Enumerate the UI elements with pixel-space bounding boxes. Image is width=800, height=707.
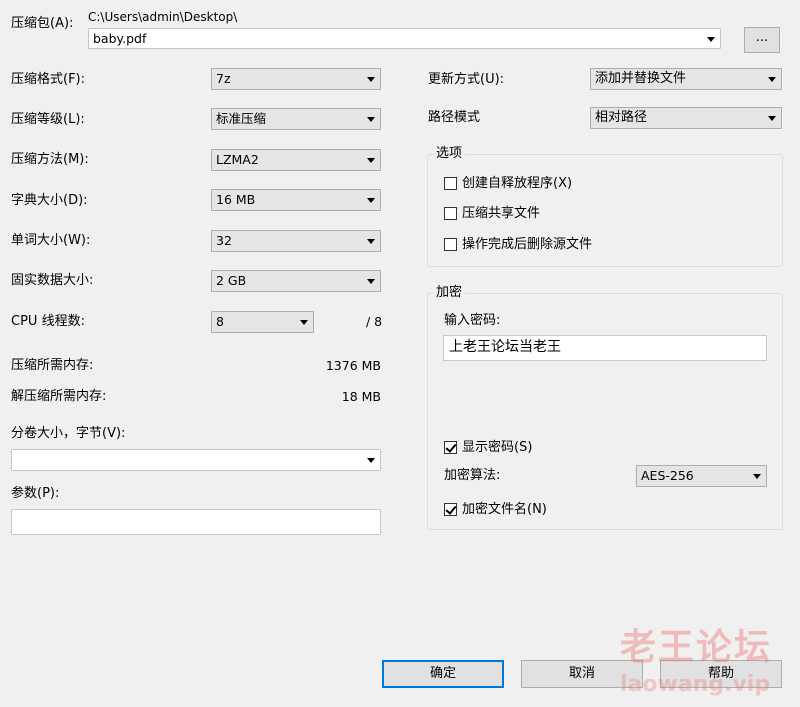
chevron-down-icon [367,279,375,284]
archive-path: C:\Users\admin\Desktop\ [88,10,238,24]
chevron-down-icon [367,77,375,82]
dict-select[interactable]: 16 MB [211,189,381,211]
volume-label: 分卷大小，字节(V): [11,426,126,441]
encrypt-names-label[interactable]: 加密文件名(N) [462,502,547,518]
show-password-checkbox[interactable] [444,441,457,454]
params-input[interactable] [11,509,381,535]
method-label: 压缩方法(M): [11,152,89,167]
archive-filename-combo[interactable]: baby.pdf [88,28,721,49]
shared-checkbox[interactable] [444,207,457,220]
mem-compress-value: 1376 MB [325,358,381,373]
password-input[interactable]: 上老王论坛当老王 [443,335,767,361]
volume-combo[interactable] [11,449,381,471]
pathmode-label: 路径模式 [428,110,481,125]
solid-label: 固实数据大小: [11,273,94,288]
archive-label: 压缩包(A): [11,16,74,31]
word-label: 单词大小(W): [11,233,91,248]
chevron-down-icon [768,77,776,82]
pathmode-select[interactable]: 相对路径 [590,107,782,129]
browse-button[interactable]: ... [744,27,780,53]
archive-filename: baby.pdf [93,31,147,46]
sfx-label[interactable]: 创建自释放程序(X) [462,176,572,192]
chevron-down-icon [367,239,375,244]
chevron-down-icon [300,320,308,325]
ok-button[interactable]: 确定 [382,660,504,688]
method-value: LZMA2 [216,152,259,167]
delete-source-label[interactable]: 操作完成后删除源文件 [462,237,592,253]
cpu-value: 8 [216,314,224,329]
format-label: 压缩格式(F): [11,72,86,87]
delete-source-checkbox[interactable] [444,238,457,251]
method-select[interactable]: LZMA2 [211,149,381,171]
pathmode-value: 相对路径 [595,110,648,125]
watermark-url: laowang.vip [620,672,771,697]
word-select[interactable]: 32 [211,230,381,252]
format-select[interactable]: 7z [211,68,381,90]
mem-compress-label: 压缩所需内存: [11,358,94,373]
level-select[interactable]: 标准压缩 [211,108,381,130]
chevron-down-icon [367,158,375,163]
algo-select[interactable]: AES-256 [636,465,767,487]
chevron-down-icon [367,198,375,203]
encrypt-names-checkbox[interactable] [444,503,457,516]
word-value: 32 [216,233,232,248]
cpu-max: / 8 [366,314,383,329]
update-value: 添加并替换文件 [595,71,687,86]
chevron-down-icon[interactable] [367,458,375,463]
sfx-checkbox[interactable] [444,177,457,190]
chevron-down-icon [753,474,761,479]
cpu-select[interactable]: 8 [211,311,314,333]
update-label: 更新方式(U): [428,72,505,87]
solid-select[interactable]: 2 GB [211,270,381,292]
chevron-down-icon[interactable] [707,37,715,42]
shared-label[interactable]: 压缩共享文件 [462,206,540,222]
params-label: 参数(P): [11,486,60,501]
dict-label: 字典大小(D): [11,193,88,208]
format-value: 7z [216,71,231,86]
chevron-down-icon [768,116,776,121]
encryption-title: 加密 [433,285,466,301]
algo-label: 加密算法: [444,468,501,483]
level-label: 压缩等级(L): [11,112,85,127]
solid-value: 2 GB [216,273,247,288]
cpu-label: CPU 线程数: [11,314,85,329]
algo-value: AES-256 [641,468,694,483]
show-password-label[interactable]: 显示密码(S) [462,440,532,456]
options-title: 选项 [433,146,466,162]
update-select[interactable]: 添加并替换文件 [590,68,782,90]
mem-decompress-label: 解压缩所需内存: [11,389,107,404]
password-label: 输入密码: [444,313,501,328]
dict-value: 16 MB [216,192,256,207]
mem-decompress-value: 18 MB [341,389,381,404]
chevron-down-icon [367,117,375,122]
level-value: 标准压缩 [216,111,267,126]
watermark-text: 老王论坛 [620,626,773,668]
